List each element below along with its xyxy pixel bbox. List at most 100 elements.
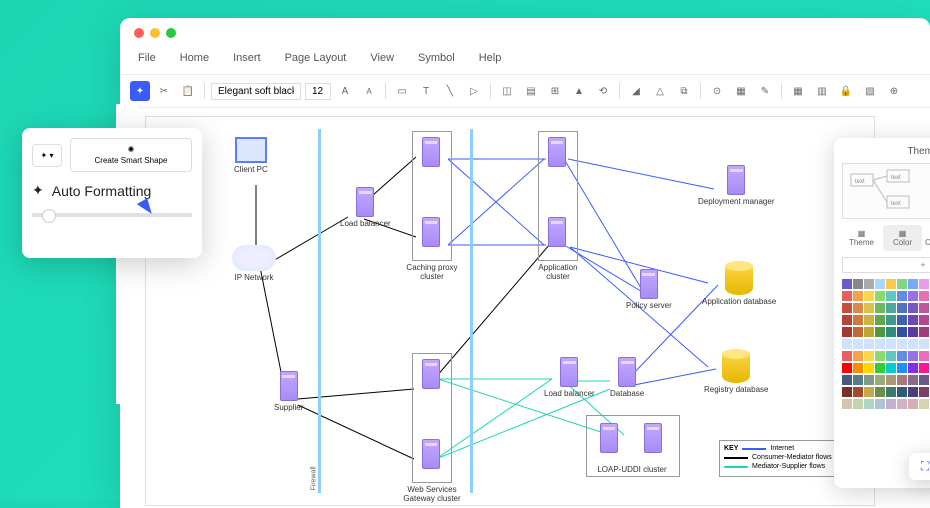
swatch[interactable] (919, 327, 929, 337)
node-app-2[interactable] (548, 217, 566, 249)
minimize-dot[interactable] (150, 28, 160, 38)
menu-help[interactable]: Help (479, 52, 502, 64)
text-icon[interactable]: T (416, 81, 436, 101)
swatch[interactable] (897, 399, 907, 409)
swatch-row-placid[interactable]: Placid (842, 399, 930, 409)
swatch-row-broad[interactable]: Broad (842, 351, 930, 361)
swatch[interactable] (842, 339, 852, 349)
export-icon[interactable]: ▧ (860, 81, 880, 101)
swatch[interactable] (853, 351, 863, 361)
grid-icon[interactable]: ▦ (788, 81, 808, 101)
ai-sparkle-button[interactable]: ✦ ▾ (32, 144, 62, 167)
swatch[interactable] (897, 291, 907, 301)
node-ipnetwork[interactable]: IP Network (232, 245, 276, 282)
swatch[interactable] (908, 327, 918, 337)
ruler-icon[interactable]: ▥ (812, 81, 832, 101)
swatch[interactable] (886, 399, 896, 409)
create-smart-shape-button[interactable]: ✺Create Smart Shape (70, 138, 192, 172)
rotate-icon[interactable]: ⟲ (593, 81, 613, 101)
node-policy[interactable]: Policy server (626, 269, 672, 310)
swatch[interactable] (864, 387, 874, 397)
swatch[interactable] (897, 303, 907, 313)
swatch[interactable] (897, 279, 907, 289)
swatch[interactable] (919, 387, 929, 397)
auto-formatting-button[interactable]: ✦ Auto Formatting (32, 182, 192, 199)
swatch[interactable] (875, 375, 885, 385)
swatch[interactable] (842, 387, 852, 397)
swatch-row-tranquil[interactable]: Tranquil (842, 375, 930, 385)
swatch[interactable] (908, 315, 918, 325)
stroke-icon[interactable]: △ (650, 81, 670, 101)
swatch-row-antique[interactable]: Antique (842, 303, 930, 313)
swatch[interactable] (842, 303, 852, 313)
tab-color[interactable]: ▦Color (883, 225, 922, 251)
swatch[interactable] (875, 291, 885, 301)
swatch[interactable] (897, 327, 907, 337)
menu-file[interactable]: File (138, 52, 156, 64)
swatch[interactable] (886, 363, 896, 373)
smaller-icon[interactable]: A (359, 81, 379, 101)
swatch[interactable] (875, 339, 885, 349)
search-icon[interactable]: ⊙ (707, 81, 727, 101)
swatch[interactable] (853, 303, 863, 313)
swatch[interactable] (919, 339, 929, 349)
swatch[interactable] (886, 315, 896, 325)
swatch[interactable] (875, 399, 885, 409)
node-app-1[interactable] (548, 137, 566, 169)
node-regdb[interactable]: Registry database (704, 349, 768, 394)
align-icon[interactable]: ⊞ (545, 81, 565, 101)
swatch-row-sprinkle[interactable]: Sprinkle (842, 363, 930, 373)
maximize-dot[interactable] (166, 28, 176, 38)
swatch[interactable] (864, 363, 874, 373)
swatch[interactable] (919, 315, 929, 325)
swatch[interactable] (897, 363, 907, 373)
swatch[interactable] (853, 399, 863, 409)
format-slider[interactable] (32, 213, 192, 217)
swatch-row-crystal[interactable]: Crystal (842, 339, 930, 349)
swatch[interactable] (919, 351, 929, 361)
swatch[interactable] (853, 291, 863, 301)
swatch[interactable] (853, 327, 863, 337)
layers-icon[interactable]: ◫ (497, 81, 517, 101)
swatch[interactable] (908, 291, 918, 301)
font-size[interactable] (305, 83, 331, 100)
menu-home[interactable]: Home (180, 52, 209, 64)
menu-pagelayout[interactable]: Page Layout (285, 52, 347, 64)
swatch-row-fresh[interactable]: Fresh (842, 315, 930, 325)
swatch[interactable] (886, 303, 896, 313)
lock-icon[interactable]: 🔒 (836, 81, 856, 101)
swatch[interactable] (864, 339, 874, 349)
swatch[interactable] (886, 351, 896, 361)
swatch[interactable] (919, 303, 929, 313)
swatch-row-opulent[interactable]: Opulent (842, 387, 930, 397)
swatch[interactable] (842, 399, 852, 409)
swatch[interactable] (919, 399, 929, 409)
swatch[interactable] (875, 279, 885, 289)
rect-icon[interactable]: ▭ (392, 81, 412, 101)
node-loap-2[interactable] (644, 423, 662, 455)
swatch[interactable] (886, 375, 896, 385)
swatch[interactable] (908, 351, 918, 361)
swatch[interactable] (864, 279, 874, 289)
swatch[interactable] (886, 387, 896, 397)
dims-icon[interactable]: ▦ (731, 81, 751, 101)
swatch[interactable] (908, 303, 918, 313)
add-theme-button[interactable]: + (842, 257, 930, 273)
swatch[interactable] (919, 363, 929, 373)
node-wsgw-1[interactable] (422, 359, 440, 391)
swatch[interactable] (897, 387, 907, 397)
swatch[interactable] (886, 291, 896, 301)
swatch[interactable] (897, 351, 907, 361)
swatch[interactable] (875, 387, 885, 397)
swatch[interactable] (875, 303, 885, 313)
swatch[interactable] (842, 375, 852, 385)
swatch[interactable] (886, 327, 896, 337)
fill-icon[interactable]: ◢ (626, 81, 646, 101)
menu-symbol[interactable]: Symbol (418, 52, 455, 64)
node-loap-1[interactable] (600, 423, 618, 455)
swatch[interactable] (908, 279, 918, 289)
swatch[interactable] (875, 315, 885, 325)
swatch-row-charm[interactable]: Charm (842, 291, 930, 301)
tab-theme[interactable]: ▦Theme (842, 225, 881, 251)
swatch[interactable] (897, 375, 907, 385)
